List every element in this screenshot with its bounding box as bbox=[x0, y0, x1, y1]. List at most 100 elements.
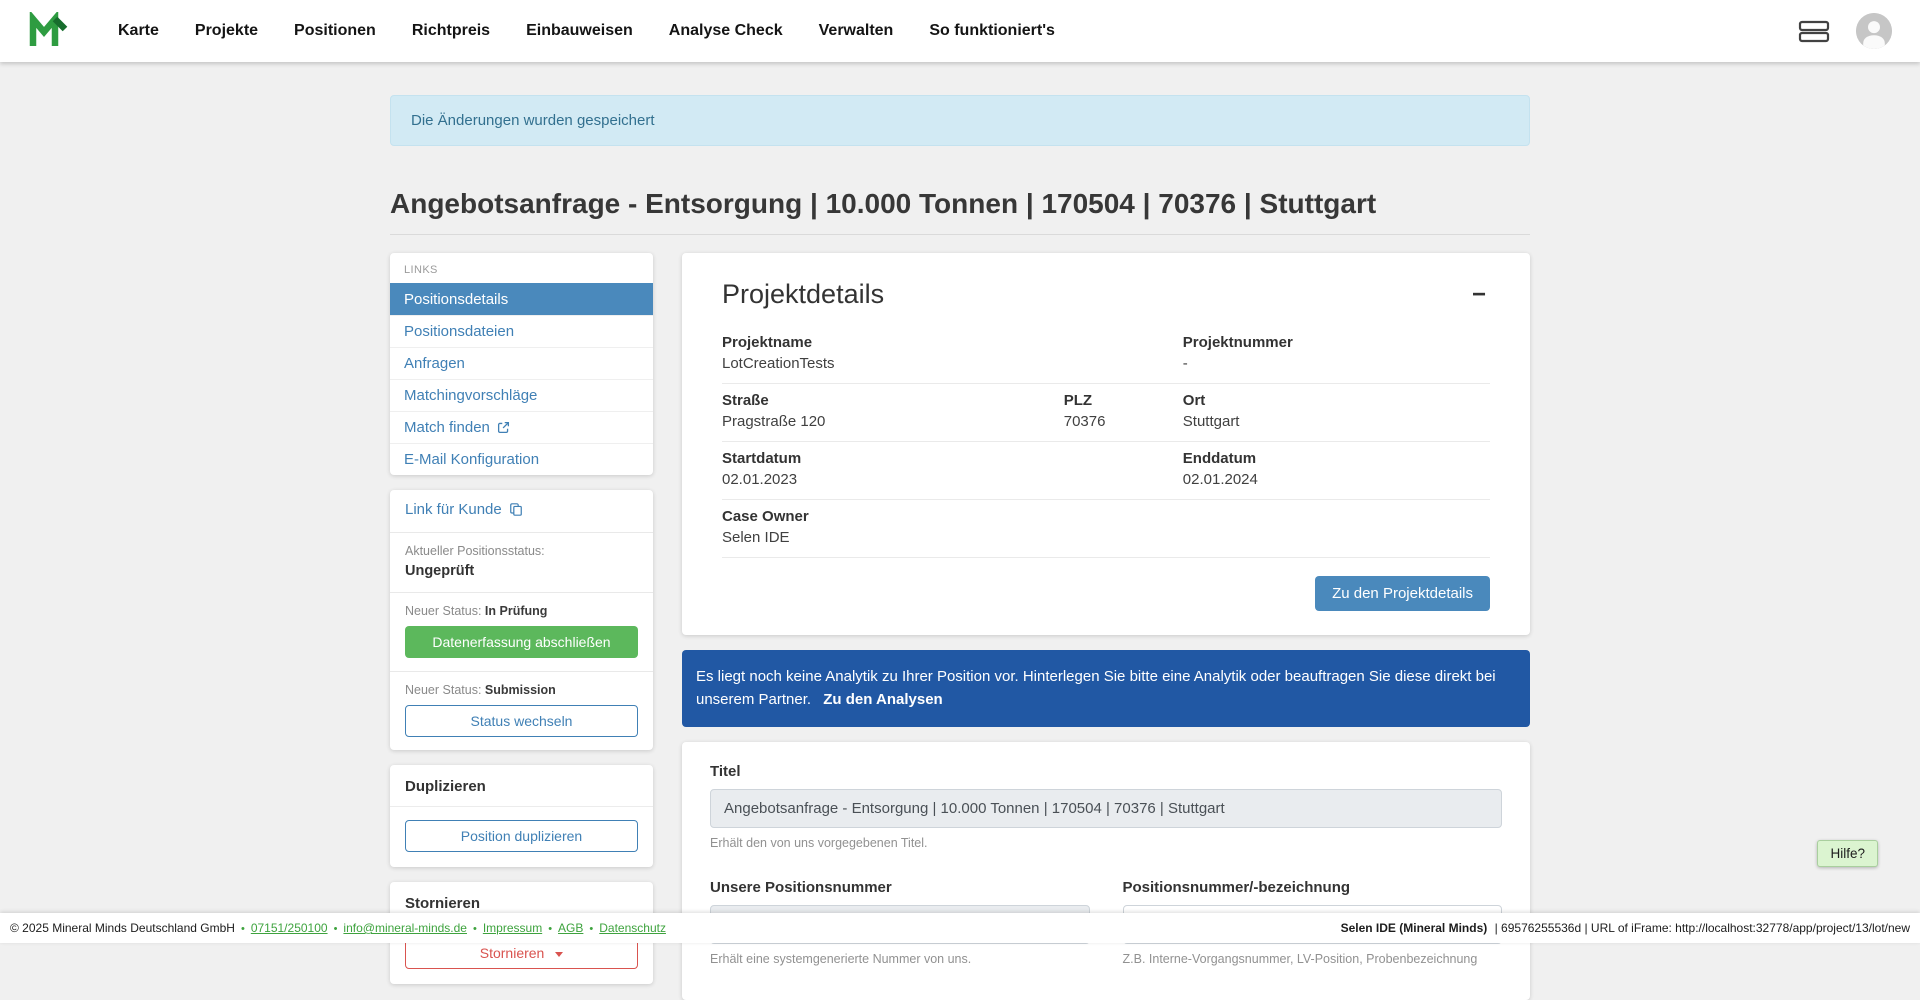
bullet-separator bbox=[473, 921, 477, 935]
project-row-3: Startdatum 02.01.2023 Enddatum 02.01.202… bbox=[722, 442, 1490, 500]
enddatum-label: Enddatum bbox=[1183, 450, 1490, 467]
case-owner-field: Case Owner Selen IDE bbox=[722, 508, 1183, 546]
new-status-prefix: Neuer Status: bbox=[405, 683, 481, 697]
mineral-minds-logo-icon bbox=[28, 12, 68, 50]
projektname-value: LotCreationTests bbox=[722, 355, 1183, 372]
duplicate-card-title: Duplizieren bbox=[390, 765, 653, 807]
ort-label: Ort bbox=[1183, 392, 1490, 409]
startdatum-value: 02.01.2023 bbox=[722, 471, 1183, 488]
session-details: | 69576255536d | URL of iFrame: http://l… bbox=[1495, 921, 1910, 935]
customer-link[interactable]: Link für Kunde bbox=[405, 501, 523, 518]
nav-projekte[interactable]: Projekte bbox=[195, 22, 258, 40]
projektnummer-label: Projektnummer bbox=[1183, 334, 1490, 351]
brand-logo[interactable] bbox=[28, 12, 68, 50]
sidebar-item-positionsdetails[interactable]: Positionsdetails bbox=[390, 283, 653, 315]
custom-number-label: Positionsnummer/-bezeichnung bbox=[1123, 879, 1503, 896]
project-details-fields: Projektname LotCreationTests Projektnumm… bbox=[722, 326, 1490, 558]
project-row-4: Case Owner Selen IDE bbox=[722, 500, 1490, 558]
nav-positionen[interactable]: Positionen bbox=[294, 22, 376, 40]
card-reader-icon[interactable] bbox=[1798, 19, 1830, 43]
strasse-value: Pragstraße 120 bbox=[722, 413, 1064, 430]
project-row-2: Straße Pragstraße 120 PLZ 70376 Ort Stut… bbox=[722, 384, 1490, 442]
customer-link-label: Link für Kunde bbox=[405, 501, 502, 518]
current-status-value: Ungeprüft bbox=[405, 563, 638, 579]
footer-datenschutz-link[interactable]: Datenschutz bbox=[599, 921, 666, 935]
switch-status-button[interactable]: Status wechseln bbox=[405, 705, 638, 737]
position-form-card: Titel Erhält den von uns vorgegebenen Ti… bbox=[682, 742, 1530, 1000]
nav-einbauweisen[interactable]: Einbauweisen bbox=[526, 22, 633, 40]
enddatum-value: 02.01.2024 bbox=[1183, 471, 1490, 488]
nav-so-funktionierts[interactable]: So funktioniert's bbox=[929, 22, 1055, 40]
strasse-label: Straße bbox=[722, 392, 1064, 409]
nav-verwalten[interactable]: Verwalten bbox=[819, 22, 894, 40]
case-owner-value: Selen IDE bbox=[722, 529, 1183, 546]
next-status-section: Neuer Status: In Prüfung Datenerfassung … bbox=[390, 593, 653, 672]
sidebar-item-label: Anfragen bbox=[404, 355, 465, 372]
sidebar-item-matchingvorschlaege[interactable]: Matchingvorschläge bbox=[390, 379, 653, 411]
customer-link-section: Link für Kunde bbox=[390, 490, 653, 533]
startdatum-field: Startdatum 02.01.2023 bbox=[722, 450, 1183, 488]
analytics-banner-text: Es liegt noch keine Analytik zu Ihrer Po… bbox=[696, 668, 1496, 708]
titel-input bbox=[710, 789, 1502, 828]
footer: © 2025 Mineral Minds Deutschland GmbH 07… bbox=[0, 913, 1920, 943]
projektname-field: Projektname LotCreationTests bbox=[722, 334, 1183, 372]
nav-analyse-check[interactable]: Analyse Check bbox=[669, 22, 783, 40]
links-card: LINKS Positionsdetails Positionsdateien … bbox=[390, 253, 653, 475]
alert-message: Die Änderungen wurden gespeichert bbox=[411, 112, 655, 129]
collapse-button[interactable]: − bbox=[1468, 283, 1490, 307]
submit-status-label: Neuer Status: Submission bbox=[405, 683, 638, 697]
footer-agb-link[interactable]: AGB bbox=[558, 921, 583, 935]
submit-status-value: Submission bbox=[485, 683, 556, 697]
sidebar-item-label: Matchingvorschläge bbox=[404, 387, 537, 404]
external-link-icon bbox=[497, 421, 510, 434]
ort-field: Ort Stuttgart bbox=[1183, 392, 1490, 430]
project-details-card: Projektdetails − Projektname LotCreation… bbox=[682, 253, 1530, 635]
caret-down-icon bbox=[555, 952, 563, 957]
bullet-separator bbox=[334, 921, 338, 935]
links-header: LINKS bbox=[390, 253, 653, 283]
project-details-link-button[interactable]: Zu den Projektdetails bbox=[1315, 576, 1490, 611]
nav-richtpreis[interactable]: Richtpreis bbox=[412, 22, 490, 40]
sidebar-item-positionsdateien[interactable]: Positionsdateien bbox=[390, 315, 653, 347]
complete-data-entry-button[interactable]: Datenerfassung abschließen bbox=[405, 626, 638, 658]
bullet-separator bbox=[548, 921, 552, 935]
page-content: Die Änderungen wurden gespeichert Angebo… bbox=[390, 95, 1530, 1000]
bullet-separator bbox=[589, 921, 593, 935]
current-status-section: Aktueller Positionsstatus: Ungeprüft bbox=[390, 533, 653, 593]
sidebar-item-email-konfiguration[interactable]: E-Mail Konfiguration bbox=[390, 443, 653, 475]
duplicate-card-body: Position duplizieren bbox=[390, 807, 653, 867]
current-status-label: Aktueller Positionsstatus: bbox=[405, 544, 638, 558]
main-nav: Karte Projekte Positionen Richtpreis Ein… bbox=[118, 22, 1055, 40]
plz-label: PLZ bbox=[1064, 392, 1183, 409]
position-number-label: Unsere Positionsnummer bbox=[710, 879, 1090, 896]
plz-field: PLZ 70376 bbox=[1064, 392, 1183, 430]
startdatum-label: Startdatum bbox=[722, 450, 1183, 467]
next-status-value: In Prüfung bbox=[485, 604, 548, 618]
sidebar-item-anfragen[interactable]: Anfragen bbox=[390, 347, 653, 379]
bullet-separator bbox=[241, 921, 245, 935]
copy-icon bbox=[509, 502, 523, 517]
position-number-help: Erhält eine systemgenerierte Nummer von … bbox=[710, 952, 1090, 966]
duplicate-position-button[interactable]: Position duplizieren bbox=[405, 820, 638, 852]
ort-value: Stuttgart bbox=[1183, 413, 1490, 430]
topnav-right bbox=[1798, 13, 1892, 49]
titel-label: Titel bbox=[710, 763, 1502, 780]
footer-impressum-link[interactable]: Impressum bbox=[483, 921, 542, 935]
duplicate-card: Duplizieren Position duplizieren bbox=[390, 765, 653, 867]
help-button[interactable]: Hilfe? bbox=[1817, 840, 1878, 867]
sidebar-item-label: Match finden bbox=[404, 419, 490, 436]
user-avatar[interactable] bbox=[1856, 13, 1892, 49]
titel-help: Erhält den von uns vorgegebenen Titel. bbox=[710, 836, 1502, 850]
custom-number-help: Z.B. Interne-Vorgangsnummer, LV-Position… bbox=[1123, 952, 1503, 966]
projektnummer-field: Projektnummer - bbox=[1183, 334, 1490, 372]
footer-phone-link[interactable]: 07151/250100 bbox=[251, 921, 328, 935]
nav-karte[interactable]: Karte bbox=[118, 22, 159, 40]
success-alert: Die Änderungen wurden gespeichert bbox=[390, 95, 1530, 146]
session-user: Selen IDE (Mineral Minds) bbox=[1341, 921, 1488, 935]
top-navigation: Karte Projekte Positionen Richtpreis Ein… bbox=[0, 0, 1920, 62]
analytics-link[interactable]: Zu den Analysen bbox=[823, 691, 942, 708]
project-details-footer: Zu den Projektdetails bbox=[722, 576, 1490, 611]
sidebar-item-label: Positionsdetails bbox=[404, 291, 508, 308]
footer-email-link[interactable]: info@mineral-minds.de bbox=[343, 921, 467, 935]
sidebar-item-match-finden[interactable]: Match finden bbox=[390, 411, 653, 443]
